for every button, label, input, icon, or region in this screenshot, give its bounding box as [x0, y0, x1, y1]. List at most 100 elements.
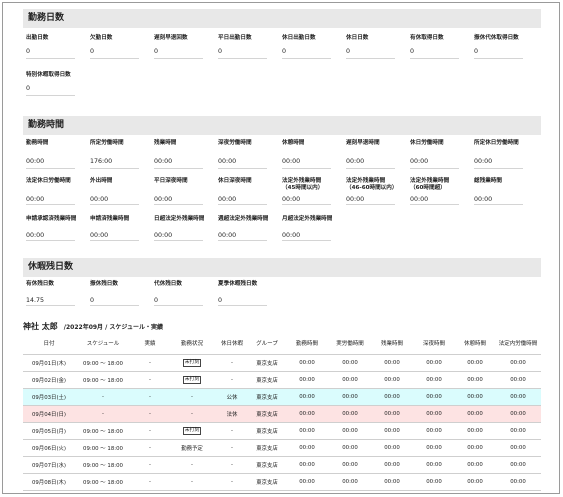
- column-header: スケジュール: [75, 336, 131, 355]
- work-hours-grid-3: 申請承認済残業時間 00:00 申請済残業時間 00:00 日超法定外残業時間 00:00…: [23, 212, 541, 248]
- cell-night: 00:00: [413, 422, 455, 440]
- cell-group: 東京支店: [249, 473, 285, 491]
- cell-work: 00:00: [285, 354, 329, 372]
- cell-status: 未打刻: [169, 422, 215, 440]
- work-hours-grid-2: 法定休日労働時間 00:00 外出時間 00:00 平日深夜時間 00:00 休日深夜時間 0…: [23, 174, 541, 212]
- cell-overtime: 00:00: [371, 456, 413, 474]
- stat-underline: [218, 168, 267, 169]
- stat-cell: 代休残日数 0: [151, 277, 215, 313]
- stat-cell: 出勤日数 0: [23, 28, 87, 65]
- stat-underline: [474, 58, 523, 59]
- table-row[interactable]: 09月04日(日) - - - 法休 東京支店 00:00 00:00 00:00 00:00 00…: [23, 405, 541, 423]
- cell-actual: -: [131, 388, 169, 406]
- stat-label: 有休残日数: [26, 281, 54, 287]
- cell-real: 00:00: [329, 354, 371, 372]
- stat-cell: 総残業時間 00:00: [471, 174, 535, 212]
- stat-label: 欠勤日数: [90, 35, 113, 41]
- stat-underline: [154, 58, 203, 59]
- table-row[interactable]: 09月06日(火) 09:00 ～ 18:00- 勤務予定 - 東京支店 00:00 00:…: [23, 439, 541, 457]
- stat-label: 休日深夜時間: [218, 178, 252, 184]
- stat-value: 14.75: [26, 297, 45, 304]
- table-row[interactable]: 09月02日(金) 09:00 ～ 18:00- 未打刻 - 東京支店 00:00 00:0…: [23, 371, 541, 389]
- cell-work: 00:00: [285, 439, 329, 457]
- cell-status: -: [169, 473, 215, 491]
- column-header: グループ: [249, 336, 285, 355]
- table-row[interactable]: 09月05日(月) 09:00 ～ 18:00- 未打刻 - 東京支店 00:00 00:0…: [23, 422, 541, 440]
- stat-cell: 遅刻早退時間 00:00: [343, 136, 407, 174]
- table-row[interactable]: 09月07日(水) 09:00 ～ 18:00- - - 東京支店 00:00 00:00 0…: [23, 456, 541, 474]
- stat-underline: [410, 168, 459, 169]
- column-header: 休日休暇: [215, 336, 249, 355]
- column-header: 勤務状況: [169, 336, 215, 355]
- table-row[interactable]: 09月03日(土) - - - 公休 東京支店 00:00 00:00 00:00 00:00 00…: [23, 388, 541, 406]
- employee-name: 神社 太郎: [23, 321, 58, 331]
- status-badge: 未打刻: [182, 375, 202, 384]
- stat-label: 遅刻早退時間: [346, 140, 380, 146]
- stat-cell: 日超法定外残業時間 00:00: [151, 212, 215, 248]
- cell-schedule: 09:00 ～ 18:00: [75, 456, 131, 474]
- stat-label: 法定外残業時間 （45時間以内）: [282, 178, 324, 191]
- cell-holiday: 公休: [215, 388, 249, 406]
- cell-work: 00:00: [285, 388, 329, 406]
- attendance-days-grid: 出勤日数 0 欠勤日数 0 遅刻早退回数 0 平日出勤日数 0 休日出勤日数 0 休日日数 0 有休取得…: [23, 28, 541, 65]
- stat-label: 振休代休取得日数: [474, 35, 519, 41]
- stat-label: 週超法定外残業時間: [218, 216, 269, 222]
- schedule-title-row: 神社 太郎 /2022年09月 / スケジュール・実績: [23, 316, 541, 336]
- table-row[interactable]: 09月01日(木) 09:00 ～ 18:00- 未打刻 - 東京支店 00:00 00:0…: [23, 354, 541, 372]
- cell-real: 00:00: [329, 388, 371, 406]
- column-header: 休憩時間: [455, 336, 495, 355]
- stat-value: 00:00: [90, 196, 109, 203]
- stat-underline: [26, 58, 75, 59]
- cell-night: 00:00: [413, 439, 455, 457]
- stat-cell: 勤務時間 00:00: [23, 136, 87, 174]
- cell-actual: -: [131, 439, 169, 457]
- stat-cell: 法定外残業時間 （60時間超） 00:00: [407, 174, 471, 212]
- table-row[interactable]: 09月08日(木) 09:00 ～ 18:00- - - 東京支店 00:00 00:00 0…: [23, 473, 541, 491]
- stat-value: 0: [90, 48, 95, 55]
- cell-holiday: -: [215, 422, 249, 440]
- cell-overtime: 00:00: [371, 388, 413, 406]
- cell-real: 00:00: [329, 371, 371, 389]
- cell-overtime: 00:00: [371, 371, 413, 389]
- stat-cell: 法定外残業時間 （45時間以内） 00:00: [279, 174, 343, 212]
- stat-cell: 月超法定外残業時間 00:00: [279, 212, 343, 248]
- cell-work: 00:00: [285, 405, 329, 423]
- stat-label: 特別休暇取得日数: [26, 72, 71, 78]
- schedule-subtitle: /2022年09月 / スケジュール・実績: [63, 323, 163, 331]
- cell-holiday: 法休: [215, 405, 249, 423]
- cell-legal: 00:00: [495, 405, 541, 423]
- stat-label: 申請承認済残業時間: [26, 216, 77, 222]
- stat-cell: 遅刻早退回数 0: [151, 28, 215, 65]
- cell-actual: -: [131, 456, 169, 474]
- cell-schedule: -: [75, 405, 131, 423]
- stat-cell: 平日深夜時間 00:00: [151, 174, 215, 212]
- stat-value: 00:00: [154, 232, 173, 239]
- cell-schedule: 09:00 ～ 18:00: [75, 371, 131, 389]
- stat-label: 休日出勤日数: [282, 35, 316, 41]
- status-badge: 未打刻: [182, 426, 202, 435]
- stat-underline: [26, 95, 75, 96]
- stat-underline: [90, 168, 139, 169]
- column-header: 深夜時間: [413, 336, 455, 355]
- leave-balance-header: 休暇残日数: [23, 258, 541, 277]
- cell-date: 09月04日(日): [23, 405, 75, 423]
- cell-legal: 00:00: [495, 456, 541, 474]
- cell-night: 00:00: [413, 371, 455, 389]
- cell-status: 未打刻: [169, 354, 215, 372]
- stat-label: 外出時間: [90, 178, 113, 184]
- stat-label: 深夜労働時間: [218, 140, 252, 146]
- stat-label: 法定外残業時間 （60時間超）: [410, 178, 450, 191]
- stat-cell: 特別休暇取得日数 0: [23, 65, 87, 102]
- stat-label: 法定休日労働時間: [26, 178, 71, 184]
- cell-schedule: 09:00 ～ 18:00: [75, 422, 131, 440]
- stat-underline: [346, 58, 395, 59]
- cell-break: 00:00: [455, 422, 495, 440]
- cell-holiday: -: [215, 439, 249, 457]
- stat-value: 0: [154, 48, 159, 55]
- stat-cell: 外出時間 00:00: [87, 174, 151, 212]
- stat-label: 所定休日労働時間: [474, 140, 519, 146]
- stat-cell: 休日労働時間 00:00: [407, 136, 471, 174]
- cell-schedule: 09:00 ～ 18:00: [75, 439, 131, 457]
- work-hours-grid: 勤務時間 00:00 所定労働時間 176:00 残業時間 00:00 深夜労働時間 00:0…: [23, 136, 541, 174]
- stat-value: 00:00: [218, 232, 237, 239]
